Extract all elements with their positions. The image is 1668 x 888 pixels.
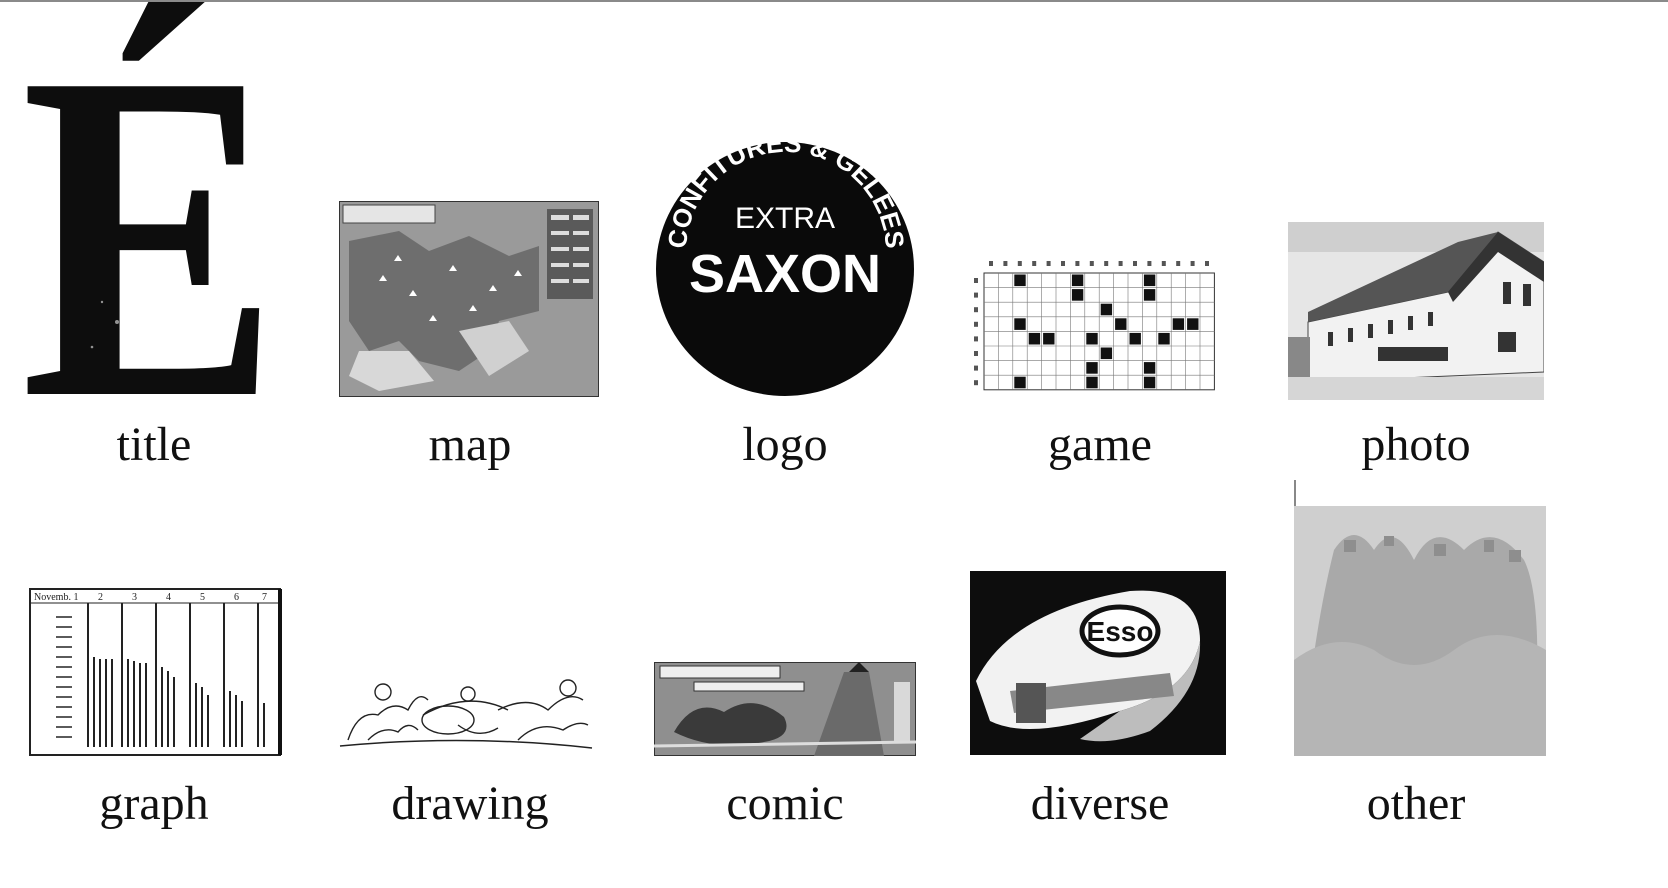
graph-thumbnail: Novemb. 1 2 3 4 5 6 7 — [28, 587, 286, 757]
logo-line2: SAXON — [689, 244, 881, 304]
category-label-photo: photo — [1361, 418, 1471, 471]
graph-header-3: 4 — [166, 592, 171, 603]
graph-header-6: 7 — [262, 592, 267, 603]
category-label-drawing: drawing — [391, 777, 549, 830]
category-label-title: title — [116, 418, 192, 471]
comic-thumbnail — [654, 662, 916, 756]
graph-header-4: 5 — [200, 592, 205, 603]
title-thumbnail: É — [22, 2, 284, 400]
photo-thumbnail — [1288, 222, 1544, 400]
graph-header-2: 3 — [132, 592, 137, 603]
title-letter: É — [22, 2, 279, 400]
graph-header-1: 2 — [98, 592, 103, 603]
graph-header-0: Novemb. 1 — [34, 592, 78, 603]
graph-header-5: 6 — [234, 592, 239, 603]
category-label-map: map — [428, 418, 512, 471]
logo-line1: EXTRA — [735, 202, 835, 235]
diverse-brand: Esso — [1087, 616, 1154, 647]
game-thumbnail — [970, 255, 1228, 395]
diverse-thumbnail: Esso — [970, 571, 1226, 755]
category-label-graph: graph — [99, 777, 209, 830]
category-label-diverse: diverse — [1030, 777, 1170, 830]
other-thumbnail — [1294, 480, 1546, 756]
category-label-comic: comic — [726, 777, 844, 830]
category-label-other: other — [1366, 777, 1466, 830]
drawing-thumbnail — [338, 670, 594, 754]
logo-thumbnail: CONFITURES & GELÉES EXTRA SAXON — [654, 140, 916, 398]
map-thumbnail — [339, 201, 599, 397]
category-label-game: game — [1048, 418, 1152, 471]
category-label-logo: logo — [742, 418, 828, 471]
